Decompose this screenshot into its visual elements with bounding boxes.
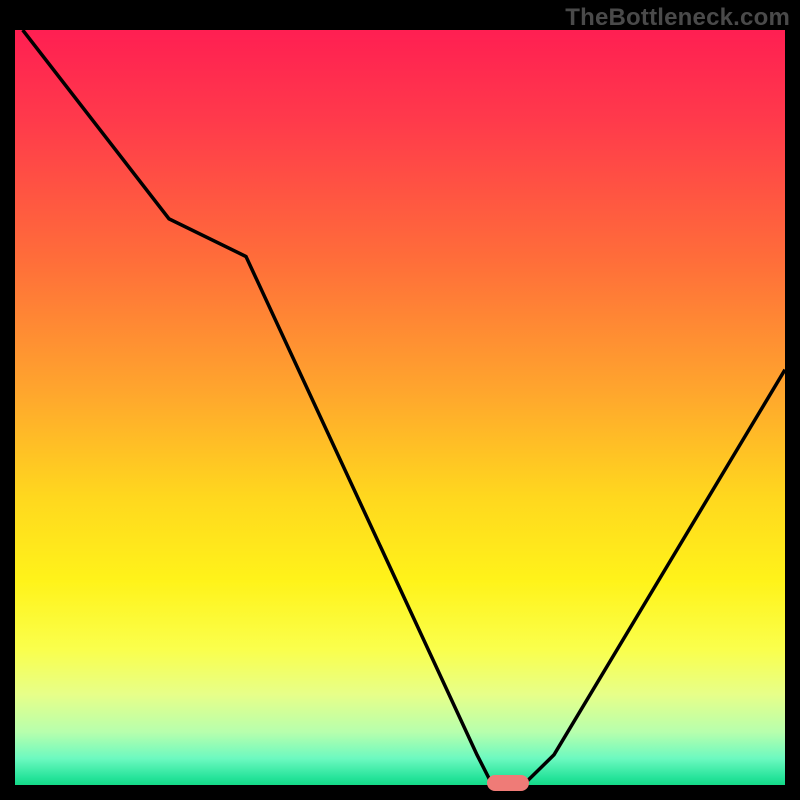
chart-frame: TheBottleneck.com xyxy=(0,0,800,800)
watermark-text: TheBottleneck.com xyxy=(565,4,790,32)
optimal-point-marker xyxy=(487,775,529,791)
plot-area xyxy=(15,30,785,785)
bottleneck-curve xyxy=(23,30,785,785)
curve-svg xyxy=(15,30,785,785)
